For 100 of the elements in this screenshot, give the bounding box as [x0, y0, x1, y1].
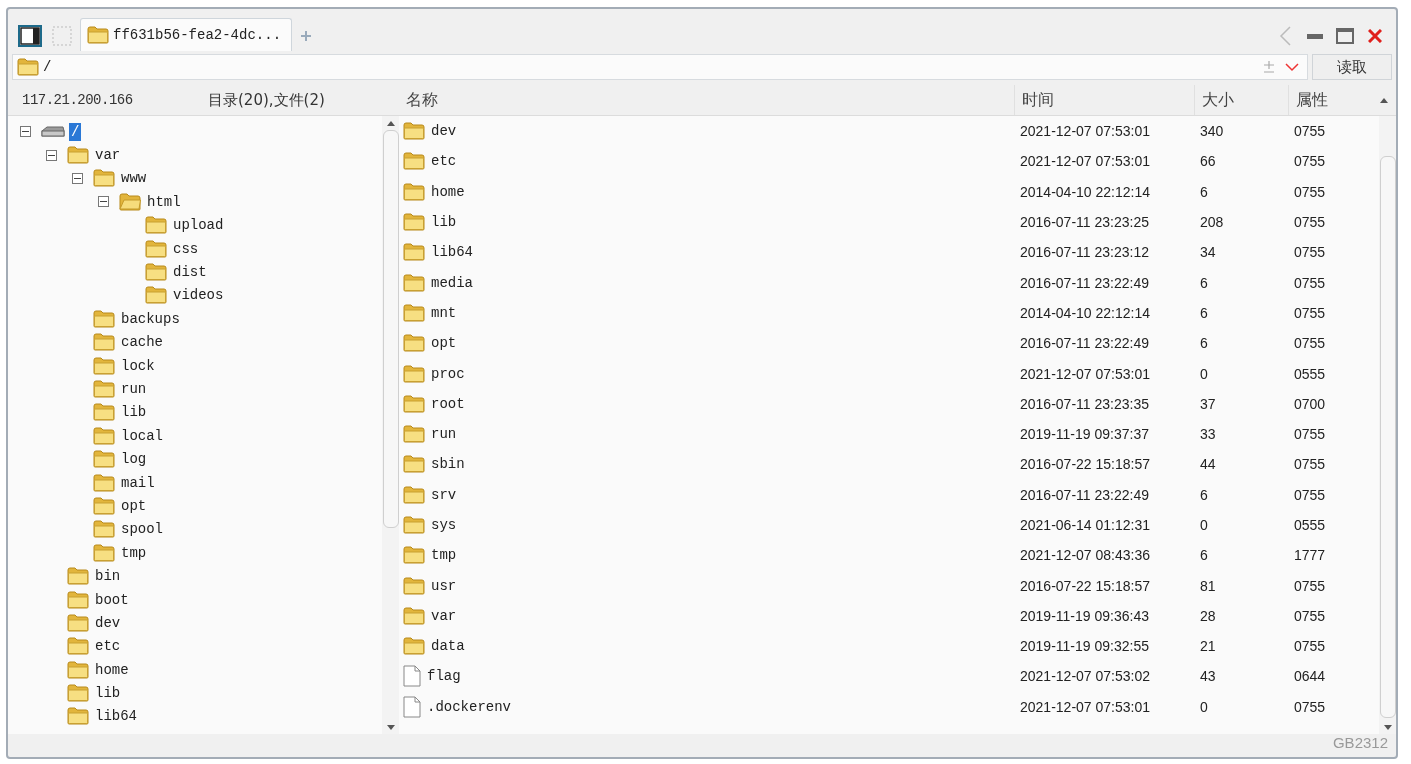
tree-item[interactable]: html	[145, 192, 183, 211]
table-cell-text: 81	[1199, 577, 1217, 594]
collapse-toggle[interactable]	[72, 172, 83, 184]
tree-item[interactable]: videos	[171, 286, 226, 305]
tree-item[interactable]: run	[119, 380, 149, 398]
tree-item[interactable]: mail	[119, 473, 157, 492]
tree-item[interactable]: var	[93, 146, 123, 165]
folder-icon	[67, 590, 89, 609]
table-cell-text: 0755	[1293, 335, 1327, 352]
table-cell-text: 34	[1199, 244, 1217, 261]
collapse-toggle[interactable]	[20, 126, 31, 138]
folder-icon	[403, 122, 425, 141]
table-cell-text: 340	[1199, 123, 1225, 140]
tree-item[interactable]: lock	[119, 356, 157, 375]
tree-item[interactable]: boot	[93, 590, 131, 609]
table-cell-text: 6	[1199, 183, 1209, 200]
table-cell-text: 6	[1199, 547, 1209, 564]
file-name[interactable]: sbin	[399, 455, 1013, 474]
table-cell-text: 0	[1199, 365, 1209, 382]
table-cell-text: 2021-06-14 01:12:31	[1019, 517, 1151, 533]
tree-item[interactable]: css	[171, 239, 201, 258]
table-cell-text: 0755	[1293, 486, 1327, 503]
tree-item[interactable]: home	[93, 660, 131, 679]
collapse-toggle[interactable]	[46, 149, 57, 161]
table-cell-text: 6	[1199, 335, 1209, 352]
tree-item[interactable]: cache	[119, 333, 165, 352]
file-name[interactable]: root	[399, 394, 1013, 413]
file-name[interactable]: media	[399, 273, 1013, 292]
folder-icon	[93, 333, 115, 352]
scroll-up-icon[interactable]	[386, 120, 395, 126]
folder-icon	[93, 309, 115, 328]
table-cell-text: 1777	[1293, 547, 1327, 564]
read-button[interactable]: 读取	[1312, 54, 1392, 80]
folder-icon	[403, 303, 425, 322]
scroll-down-icon[interactable]	[386, 724, 395, 730]
file-name[interactable]: proc	[399, 364, 1013, 383]
dropdown-icon[interactable]	[1285, 62, 1299, 72]
tree-item[interactable]: /	[69, 122, 82, 141]
table-cell-text: 0	[1199, 698, 1209, 715]
tree-item[interactable]: bin	[93, 567, 123, 586]
tree-item[interactable]: local	[119, 426, 165, 445]
file-name[interactable]: var	[399, 606, 1013, 625]
file-name[interactable]: flag	[399, 665, 1013, 688]
tree-item[interactable]: lib	[119, 403, 149, 422]
table-cell-text: 6	[1199, 274, 1209, 291]
table-cell-text: 2021-12-07 08:43:36	[1019, 547, 1151, 564]
table-cell-text: 28	[1199, 607, 1217, 624]
close-icon[interactable]	[1368, 29, 1382, 43]
column-header[interactable]: 属性	[1288, 85, 1374, 115]
folder-icon	[403, 455, 425, 474]
file-name[interactable]: usr	[399, 576, 1013, 595]
table-cell-text: 2021-12-07 07:53:01	[1019, 123, 1151, 140]
table-cell-text: 2021-12-07 07:53:02	[1019, 668, 1151, 685]
panel-toggle-icon[interactable]	[18, 25, 42, 47]
file-name[interactable]: .dockerenv	[399, 695, 1013, 718]
encoding-label: GB2312	[1332, 733, 1388, 751]
tree-item[interactable]: tmp	[119, 543, 149, 562]
tree-item[interactable]: www	[119, 169, 149, 188]
tree-item[interactable]: dist	[171, 263, 209, 282]
file-name[interactable]: lib	[399, 213, 1013, 232]
folder-icon	[67, 613, 89, 632]
file-name[interactable]: etc	[399, 152, 1013, 171]
table-cell-text: 6	[1199, 486, 1209, 503]
tree-item[interactable]: opt	[119, 496, 149, 515]
folder-tab[interactable]: ff631b56-fea2-4dc...	[80, 18, 293, 51]
scroll-down-icon[interactable]	[1383, 724, 1392, 730]
file-name[interactable]: run	[399, 425, 1013, 444]
column-header[interactable]: 时间	[1014, 85, 1194, 115]
tree-item[interactable]: upload	[171, 216, 226, 235]
path-field[interactable]: /	[12, 54, 1308, 80]
column-header[interactable]: 名称	[399, 85, 1014, 115]
tree-item[interactable]: dev	[93, 613, 123, 632]
tree-item[interactable]: lib64	[93, 707, 139, 726]
minimize-icon[interactable]	[1307, 33, 1323, 39]
file-name[interactable]: data	[399, 637, 1013, 656]
file-name[interactable]: lib64	[399, 243, 1013, 262]
path-input[interactable]: /	[43, 59, 1259, 75]
tree-item[interactable]: lib	[93, 684, 123, 703]
maximize-icon[interactable]	[1336, 28, 1354, 44]
collapse-toggle[interactable]	[98, 196, 109, 208]
file-name[interactable]: srv	[399, 485, 1013, 504]
tree-item[interactable]: backups	[119, 309, 182, 328]
tree-item[interactable]: etc	[93, 637, 123, 656]
folder-icon	[403, 243, 425, 262]
file-name[interactable]: dev	[399, 122, 1013, 141]
tree-item[interactable]: log	[119, 450, 149, 469]
file-name[interactable]: sys	[399, 516, 1013, 534]
column-header[interactable]: 大小	[1194, 85, 1288, 115]
table-cell-text: 2021-12-07 07:53:01	[1019, 698, 1151, 715]
table-cell-text: 0	[1199, 517, 1209, 533]
file-name[interactable]: mnt	[399, 303, 1013, 322]
table-cell-text: 2016-07-22 15:18:57	[1019, 456, 1151, 473]
file-name[interactable]: tmp	[399, 546, 1013, 565]
tree-item[interactable]: spool	[119, 520, 165, 539]
file-name[interactable]: opt	[399, 334, 1013, 353]
scroll-up-icon[interactable]	[1380, 97, 1388, 103]
table-cell-text: 2021-12-07 07:53:01	[1019, 365, 1151, 382]
table-cell-text: 0755	[1293, 244, 1327, 261]
file-name[interactable]: home	[399, 182, 1013, 201]
file-icon	[403, 665, 421, 688]
